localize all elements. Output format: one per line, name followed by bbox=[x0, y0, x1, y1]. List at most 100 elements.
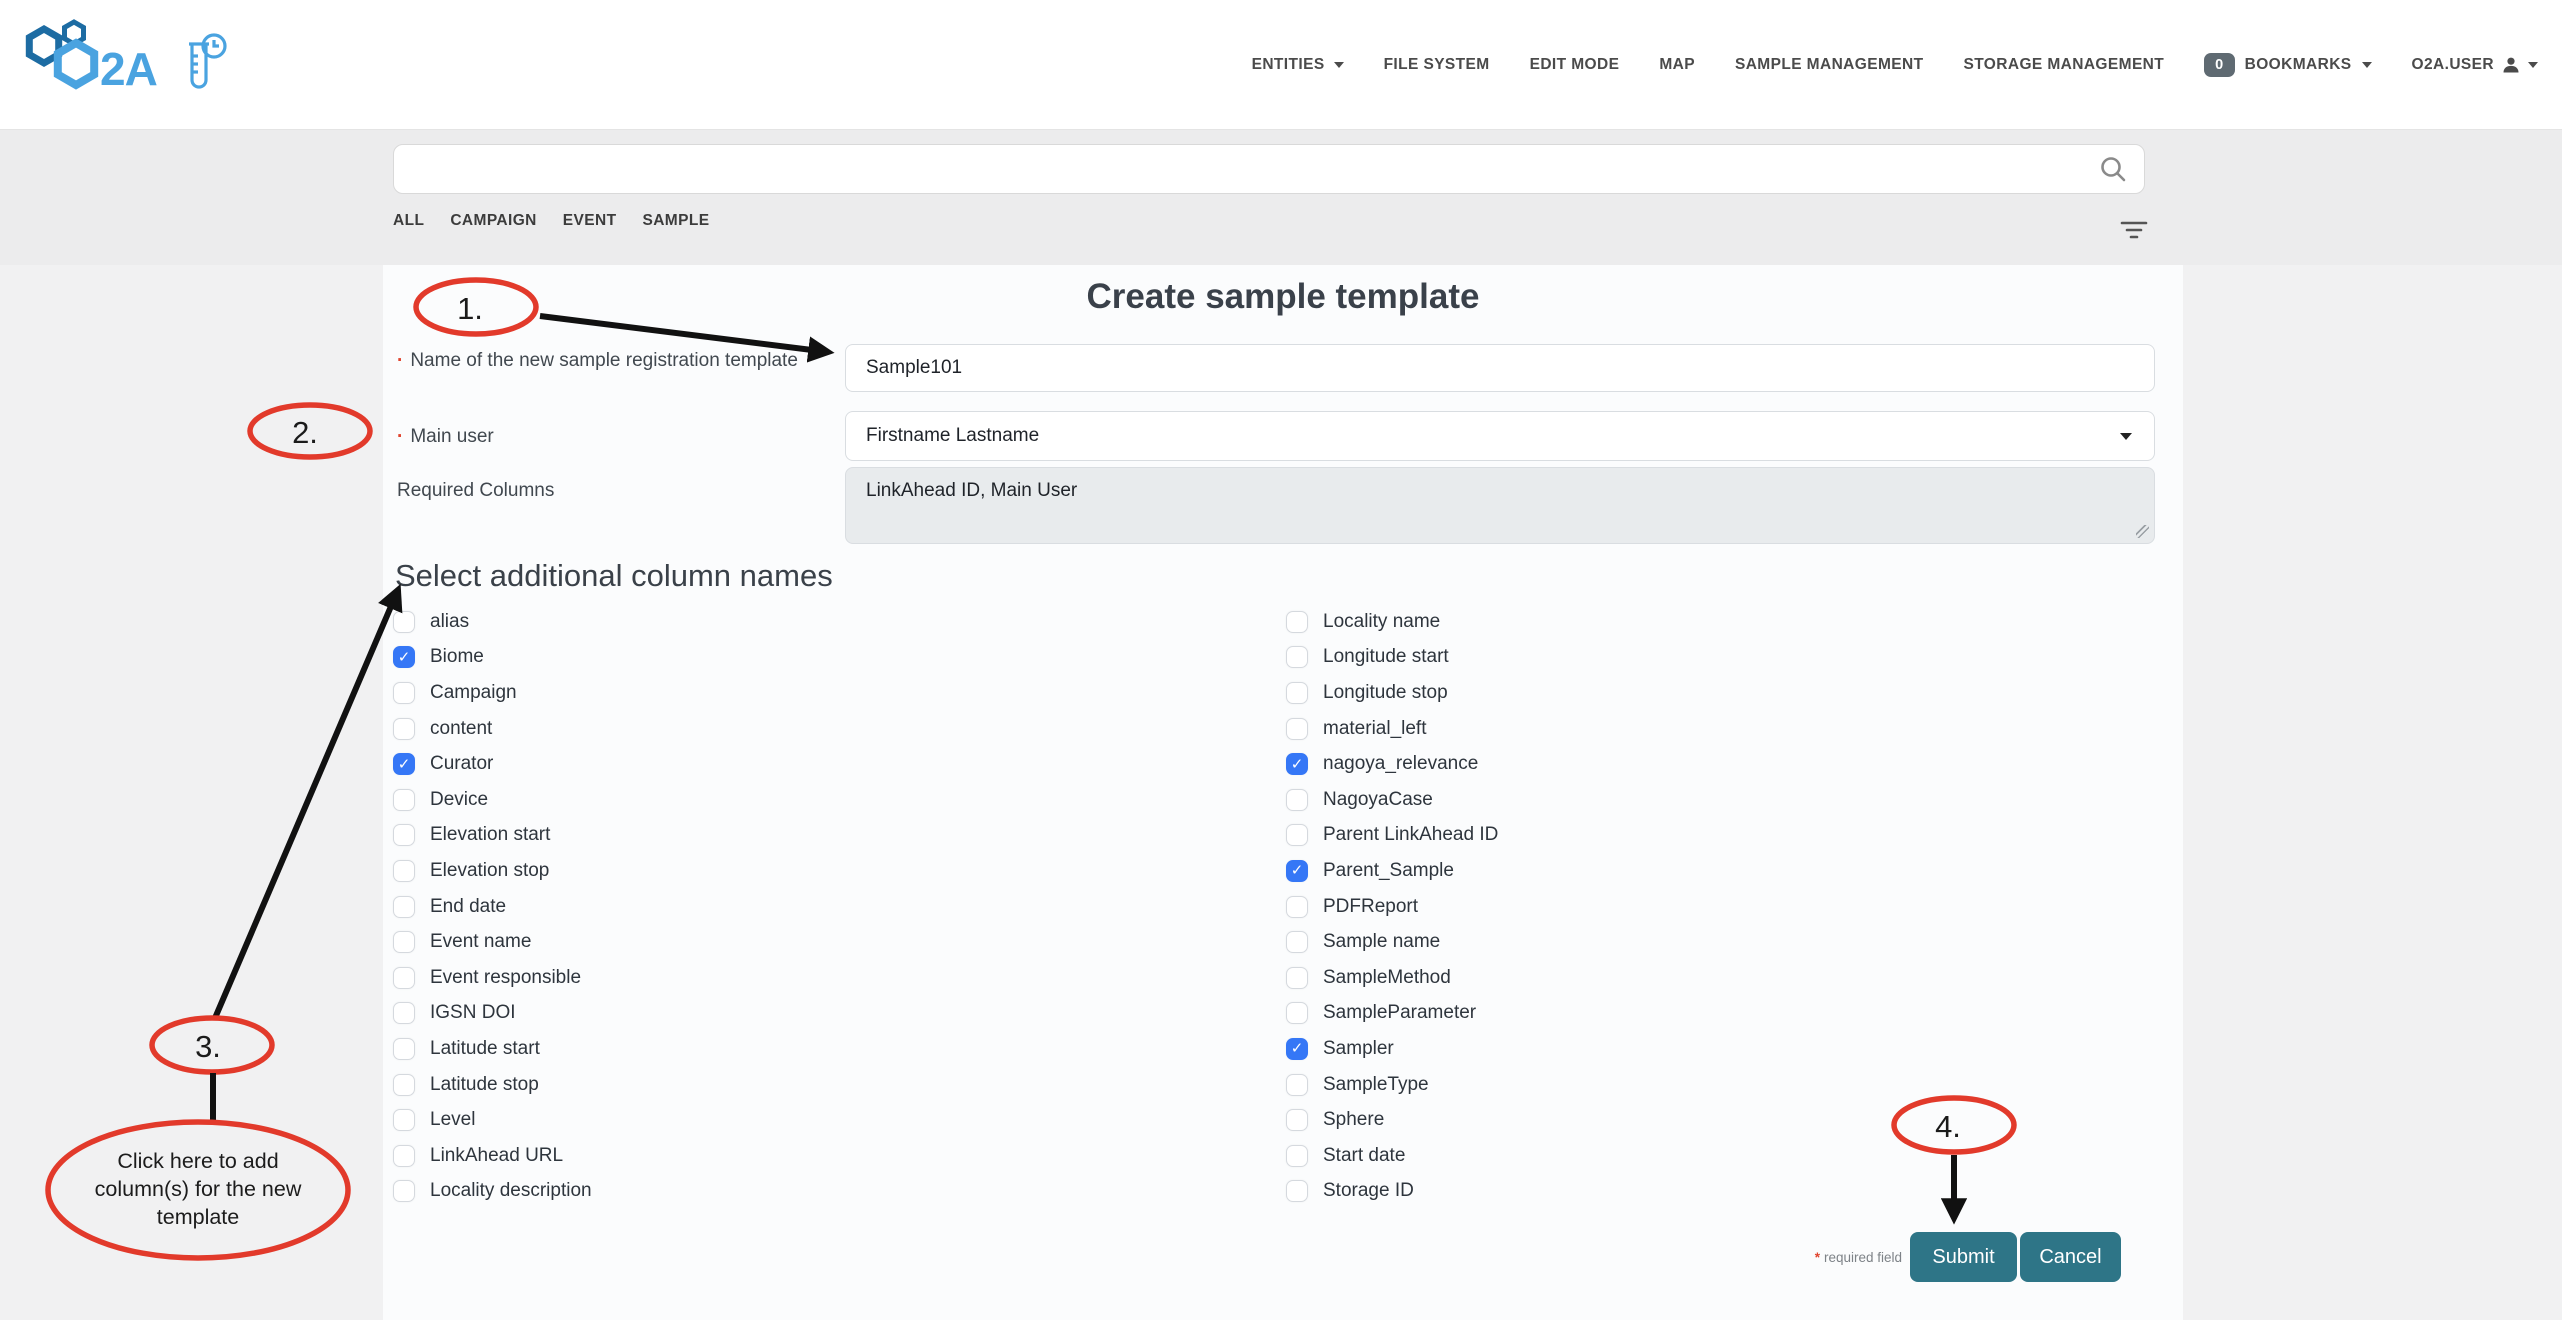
checkbox[interactable] bbox=[1286, 860, 1308, 882]
checkbox[interactable] bbox=[393, 1109, 415, 1131]
column-checkbox-row[interactable]: material_left bbox=[1286, 711, 1498, 747]
checkbox[interactable] bbox=[1286, 1180, 1308, 1202]
required-columns-label: Required Columns bbox=[397, 474, 822, 507]
checkbox[interactable] bbox=[393, 1180, 415, 1202]
column-checkbox-row[interactable]: Elevation stop bbox=[393, 853, 592, 889]
checkbox[interactable] bbox=[393, 824, 415, 846]
column-checkbox-row[interactable]: nagoya_relevance bbox=[1286, 746, 1498, 782]
column-checkbox-row[interactable]: Event name bbox=[393, 924, 592, 960]
checkbox[interactable] bbox=[1286, 1109, 1308, 1131]
nav-menu-item[interactable]: EDIT MODE bbox=[1530, 56, 1620, 74]
search-filter-tab[interactable]: CAMPAIGN bbox=[450, 212, 536, 230]
checkbox[interactable] bbox=[393, 718, 415, 740]
checkbox[interactable] bbox=[393, 1074, 415, 1096]
checkbox[interactable] bbox=[393, 753, 415, 775]
filter-icon[interactable] bbox=[2118, 218, 2150, 242]
column-checkbox-row[interactable]: Latitude stop bbox=[393, 1067, 592, 1103]
nav-menu-item-label: SAMPLE MANAGEMENT bbox=[1735, 56, 1924, 74]
checkbox[interactable] bbox=[1286, 967, 1308, 989]
column-checkbox-row[interactable]: Longitude stop bbox=[1286, 675, 1498, 711]
column-checkbox-row[interactable]: content bbox=[393, 711, 592, 747]
cancel-button[interactable]: Cancel bbox=[2020, 1232, 2121, 1282]
column-checkbox-row[interactable]: End date bbox=[393, 889, 592, 925]
nav-menu-item[interactable]: FILE SYSTEM bbox=[1384, 56, 1490, 74]
column-checkbox-row[interactable]: SampleParameter bbox=[1286, 996, 1498, 1032]
checkbox[interactable] bbox=[393, 1002, 415, 1024]
checkbox[interactable] bbox=[1286, 1074, 1308, 1096]
checkbox[interactable] bbox=[1286, 611, 1308, 633]
column-checkbox-row[interactable]: SampleMethod bbox=[1286, 960, 1498, 996]
bookmarks-menu[interactable]: 0 BOOKMARKS bbox=[2204, 53, 2371, 77]
checkbox[interactable] bbox=[1286, 824, 1308, 846]
checkbox[interactable] bbox=[393, 789, 415, 811]
nav-menu-item-label: FILE SYSTEM bbox=[1384, 56, 1490, 74]
required-columns-textarea[interactable]: LinkAhead ID, Main User bbox=[845, 467, 2155, 544]
checkbox[interactable] bbox=[1286, 682, 1308, 704]
submit-button[interactable]: Submit bbox=[1910, 1232, 2017, 1282]
checkbox[interactable] bbox=[1286, 931, 1308, 953]
required-columns-label-text: Required Columns bbox=[397, 480, 554, 501]
checkbox[interactable] bbox=[1286, 1038, 1308, 1060]
column-checkbox-row[interactable]: Biome bbox=[393, 640, 592, 676]
checkbox[interactable] bbox=[393, 860, 415, 882]
checkbox[interactable] bbox=[393, 682, 415, 704]
checkbox-label: nagoya_relevance bbox=[1323, 753, 1478, 775]
checkbox[interactable] bbox=[1286, 896, 1308, 918]
column-checkbox-row[interactable]: IGSN DOI bbox=[393, 996, 592, 1032]
checkbox[interactable] bbox=[1286, 646, 1308, 668]
checkbox[interactable] bbox=[393, 967, 415, 989]
user-menu[interactable]: O2A.USER bbox=[2412, 56, 2538, 74]
column-checkbox-row[interactable]: Longitude start bbox=[1286, 640, 1498, 676]
checkbox[interactable] bbox=[1286, 1002, 1308, 1024]
column-checkbox-row[interactable]: Sampler bbox=[1286, 1031, 1498, 1067]
checkbox[interactable] bbox=[1286, 718, 1308, 740]
main-user-select[interactable]: Firstname Lastname bbox=[845, 411, 2155, 461]
column-checkbox-row[interactable]: Parent_Sample bbox=[1286, 853, 1498, 889]
checkbox[interactable] bbox=[393, 646, 415, 668]
search-filter-tab[interactable]: ALL bbox=[393, 212, 424, 230]
template-name-input[interactable] bbox=[845, 344, 2155, 392]
search-icon[interactable] bbox=[2098, 155, 2128, 185]
nav-menu-item[interactable]: ENTITIES bbox=[1252, 56, 1344, 74]
column-checkbox-row[interactable]: SampleType bbox=[1286, 1067, 1498, 1103]
checkbox[interactable] bbox=[1286, 789, 1308, 811]
additional-columns-heading: Select additional column names bbox=[395, 558, 833, 594]
column-checkbox-row[interactable]: PDFReport bbox=[1286, 889, 1498, 925]
nav-menu-item[interactable]: MAP bbox=[1659, 56, 1695, 74]
search-input[interactable] bbox=[393, 144, 2145, 194]
column-checkbox-row[interactable]: NagoyaCase bbox=[1286, 782, 1498, 818]
textarea-resize-handle[interactable] bbox=[2136, 525, 2149, 538]
checkbox-label: End date bbox=[430, 896, 506, 918]
column-checkbox-row[interactable]: Curator bbox=[393, 746, 592, 782]
nav-menu-item[interactable]: SAMPLE MANAGEMENT bbox=[1735, 56, 1924, 74]
column-checkbox-row[interactable]: LinkAhead URL bbox=[393, 1138, 592, 1174]
checkbox[interactable] bbox=[393, 931, 415, 953]
checkbox[interactable] bbox=[393, 896, 415, 918]
column-checkbox-row[interactable]: Locality name bbox=[1286, 604, 1498, 640]
checkbox[interactable] bbox=[1286, 1145, 1308, 1167]
column-checkbox-row[interactable]: Device bbox=[393, 782, 592, 818]
column-checkbox-row[interactable]: Parent LinkAhead ID bbox=[1286, 818, 1498, 854]
column-checkbox-row[interactable]: alias bbox=[393, 604, 592, 640]
column-checkbox-row[interactable]: Level bbox=[393, 1102, 592, 1138]
nav-menu-item[interactable]: STORAGE MANAGEMENT bbox=[1963, 56, 2164, 74]
chevron-down-icon bbox=[1334, 62, 1344, 68]
chevron-down-icon bbox=[2362, 62, 2372, 68]
column-checkbox-row[interactable]: Event responsible bbox=[393, 960, 592, 996]
column-checkbox-row[interactable]: Start date bbox=[1286, 1138, 1498, 1174]
checkbox[interactable] bbox=[1286, 753, 1308, 775]
checkbox[interactable] bbox=[393, 1145, 415, 1167]
search-filter-tab[interactable]: SAMPLE bbox=[642, 212, 709, 230]
column-checkbox-row[interactable]: Campaign bbox=[393, 675, 592, 711]
column-checkbox-row[interactable]: Sphere bbox=[1286, 1102, 1498, 1138]
column-checkbox-row[interactable]: Storage ID bbox=[1286, 1174, 1498, 1210]
column-checkbox-row[interactable]: Sample name bbox=[1286, 924, 1498, 960]
checkbox[interactable] bbox=[393, 1038, 415, 1060]
checkbox[interactable] bbox=[393, 611, 415, 633]
column-checkbox-row[interactable]: Locality description bbox=[393, 1174, 592, 1210]
checkbox-label: Locality name bbox=[1323, 611, 1440, 633]
search-filter-tab[interactable]: EVENT bbox=[563, 212, 617, 230]
column-checkbox-row[interactable]: Elevation start bbox=[393, 818, 592, 854]
brand-logo[interactable]: 2A bbox=[14, 18, 242, 110]
column-checkbox-row[interactable]: Latitude start bbox=[393, 1031, 592, 1067]
